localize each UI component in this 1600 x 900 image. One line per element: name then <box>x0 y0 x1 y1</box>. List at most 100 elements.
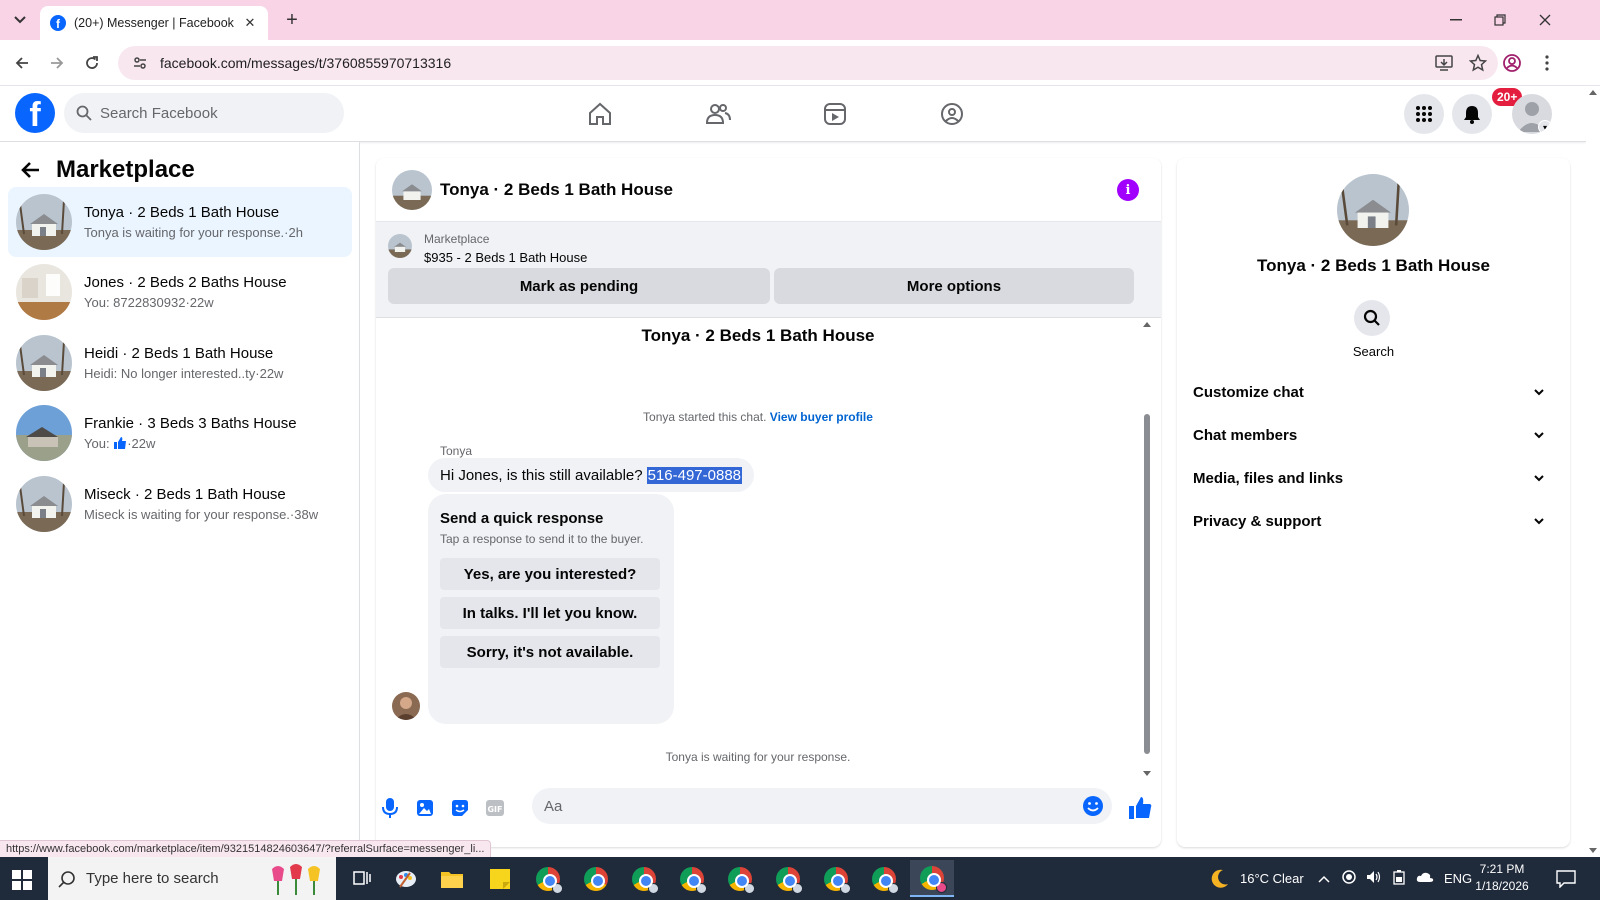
taskbar-clock[interactable]: 7:21 PM 1/18/2026 <box>1462 861 1542 895</box>
close-window-icon[interactable] <box>1531 6 1559 34</box>
notification-center-icon[interactable] <box>1556 857 1576 900</box>
weather-widget[interactable]: 16°C Clear <box>1208 857 1304 900</box>
windows-start-icon[interactable] <box>8 867 36 891</box>
chat-scroll-down-icon[interactable] <box>1143 771 1151 776</box>
chrome-profile-app-icon[interactable] <box>766 860 810 897</box>
chrome-profile-app-icon[interactable] <box>526 860 570 897</box>
sticker-icon[interactable] <box>448 796 472 820</box>
volume-icon[interactable] <box>1366 870 1382 887</box>
chrome-profile-app-icon[interactable] <box>814 860 858 897</box>
photo-attach-icon[interactable] <box>413 796 437 820</box>
chat-header-title[interactable]: Tonya · 2 Beds 1 Bath House <box>440 180 673 200</box>
privacy-support-row[interactable]: Privacy & support <box>1193 503 1554 539</box>
facebook-search-input[interactable] <box>100 104 320 122</box>
info-icon[interactable]: i <box>1117 179 1139 201</box>
conversation-item[interactable]: Jones · 2 Beds 2 Baths House You: 872283… <box>8 257 352 327</box>
reload-icon[interactable] <box>78 49 106 77</box>
scroll-up-arrow-icon[interactable] <box>1589 90 1597 95</box>
back-arrow-icon[interactable] <box>16 156 44 184</box>
chrome-app-icon[interactable] <box>574 860 618 897</box>
profile-icon[interactable] <box>1498 49 1526 77</box>
tab-close-icon[interactable]: ✕ <box>242 15 258 31</box>
friends-icon[interactable] <box>698 94 738 134</box>
chat-scrollbar[interactable] <box>1140 318 1154 780</box>
minimize-icon[interactable] <box>1442 6 1470 34</box>
chat-header-thumbnail[interactable] <box>392 169 432 210</box>
chat-scroll-thumb[interactable] <box>1144 414 1150 754</box>
facebook-top-nav: f 20+ ▾ <box>0 86 1586 142</box>
restore-icon[interactable] <box>1486 6 1514 34</box>
paint-app-icon[interactable] <box>384 860 428 897</box>
chrome-profile-app-icon[interactable] <box>718 860 762 897</box>
browser-tab-messenger[interactable]: f (20+) Messenger | Facebook ✕ <box>40 6 268 40</box>
selected-phone-number[interactable]: 516-497-0888 <box>646 466 743 484</box>
customize-chat-row[interactable]: Customize chat <box>1193 374 1554 410</box>
chat-scroll-up-icon[interactable] <box>1143 322 1151 327</box>
task-view-icon[interactable] <box>340 860 384 897</box>
record-icon[interactable] <box>1342 870 1356 887</box>
system-tray: ENG <box>1318 857 1472 900</box>
tab-search-chevron-icon[interactable] <box>8 8 32 32</box>
home-icon[interactable] <box>580 94 620 134</box>
thumbs-up-send-icon[interactable] <box>1128 796 1152 820</box>
tulips-decoration-icon <box>272 864 320 895</box>
emoji-icon[interactable] <box>1082 795 1104 817</box>
house-thumbnail <box>16 476 72 532</box>
account-avatar[interactable]: ▾ <box>1512 94 1552 134</box>
battery-meter-icon[interactable] <box>1392 869 1406 888</box>
quick-response-button[interactable]: In talks. I'll let you know. <box>440 597 660 629</box>
taskbar-search-input[interactable] <box>86 870 256 887</box>
forward-arrow-icon[interactable] <box>43 49 71 77</box>
house-thumbnail <box>16 405 72 461</box>
conversation-item[interactable]: Heidi · 2 Beds 1 Bath House Heidi: No lo… <box>8 328 352 398</box>
waiting-response-note: Tonya is waiting for your response. <box>665 750 851 764</box>
menu-grid-icon[interactable] <box>1404 94 1444 134</box>
address-bar[interactable]: facebook.com/messages/t/3760855970713316 <box>118 46 1498 80</box>
listing-thumbnail[interactable] <box>388 234 412 258</box>
chrome-profile-app-icon[interactable] <box>670 860 714 897</box>
new-tab-plus-icon[interactable]: + <box>280 8 304 32</box>
page-scrollbar[interactable] <box>1586 86 1600 857</box>
video-icon[interactable] <box>815 94 855 134</box>
scroll-down-arrow-icon[interactable] <box>1589 848 1597 853</box>
onedrive-cloud-icon[interactable] <box>1416 871 1434 886</box>
site-info-icon[interactable] <box>130 53 150 73</box>
install-app-icon[interactable] <box>1430 49 1458 77</box>
conversation-item[interactable]: Frankie · 3 Beds 3 Baths House You: ·22w <box>8 398 352 468</box>
facebook-search-box[interactable] <box>64 93 344 133</box>
notifications-bell-icon[interactable] <box>1452 94 1492 134</box>
mark-as-pending-button[interactable]: Mark as pending <box>388 268 770 304</box>
facebook-logo-icon[interactable]: f <box>15 93 55 133</box>
file-explorer-icon[interactable] <box>430 860 474 897</box>
microphone-icon[interactable] <box>378 796 402 820</box>
conversation-item[interactable]: Miseck · 2 Beds 1 Bath House Miseck is w… <box>8 469 352 539</box>
listing-avatar[interactable] <box>1337 174 1409 246</box>
chrome-active-app-icon[interactable] <box>910 860 954 897</box>
url-text[interactable]: facebook.com/messages/t/3760855970713316 <box>160 55 1430 71</box>
search-in-conversation-button[interactable] <box>1354 300 1390 336</box>
tab-title: (20+) Messenger | Facebook <box>74 16 234 30</box>
more-options-button[interactable]: More options <box>774 268 1134 304</box>
chrome-profile-app-icon[interactable] <box>862 860 906 897</box>
sender-avatar[interactable] <box>392 692 420 720</box>
taskbar-search-box[interactable] <box>48 857 336 900</box>
view-buyer-profile-link[interactable]: View buyer profile <box>770 410 873 424</box>
media-files-links-row[interactable]: Media, files and links <box>1193 460 1554 496</box>
quick-response-button[interactable]: Yes, are you interested? <box>440 558 660 590</box>
gif-icon[interactable]: GIF <box>483 796 507 820</box>
tray-chevron-up-icon[interactable] <box>1318 871 1330 886</box>
browser-menu-icon[interactable] <box>1533 49 1561 77</box>
quick-response-button[interactable]: Sorry, it's not available. <box>440 636 660 668</box>
groups-icon[interactable] <box>932 94 972 134</box>
conversation-item[interactable]: Tonya · 2 Beds 1 Bath House Tonya is wai… <box>8 187 352 257</box>
chrome-profile-app-icon[interactable] <box>622 860 666 897</box>
sticky-notes-icon[interactable] <box>478 860 522 897</box>
message-input[interactable] <box>544 797 1044 815</box>
clock-time: 7:21 PM <box>1479 862 1525 876</box>
message-input-box[interactable] <box>532 788 1112 824</box>
back-arrow-icon[interactable] <box>8 49 36 77</box>
chat-members-row[interactable]: Chat members <box>1193 417 1554 453</box>
bookmark-star-icon[interactable] <box>1464 49 1492 77</box>
listing-title[interactable]: $935 - 2 Beds 1 Bath House <box>424 250 587 265</box>
message-bubble[interactable]: Hi Jones, is this still available? 516-4… <box>428 458 755 492</box>
